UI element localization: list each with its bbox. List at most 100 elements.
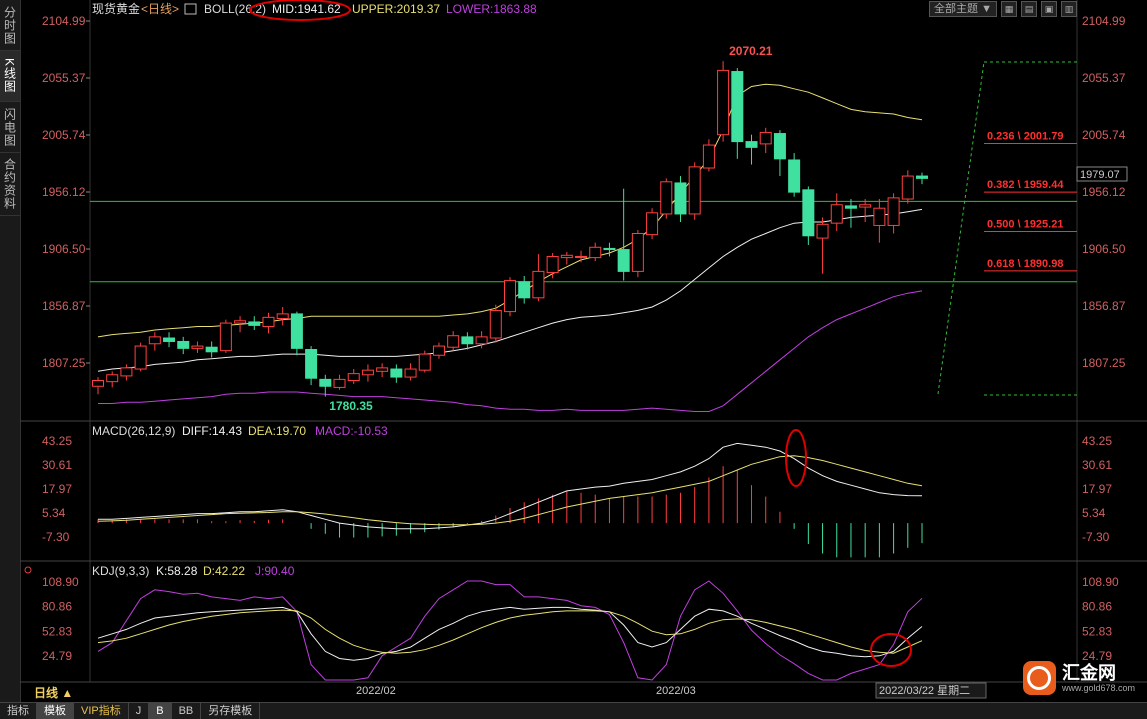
candle-body: [816, 223, 829, 239]
candle-body: [646, 212, 659, 236]
kdj-tick-left: 80.86: [42, 600, 72, 614]
logo-url: www.gold678.com: [1061, 683, 1135, 693]
theme-label: 全部主题: [934, 3, 979, 15]
candle-body: [333, 378, 346, 388]
candle-body: [106, 374, 119, 383]
boll-bands: [97, 83, 923, 412]
candle-body: [873, 207, 886, 226]
candlesticks: [92, 61, 928, 397]
macd-axis: 43.25 43.25 30.61 30.61 17.97 17.97 5.34 5.34 -7…: [42, 434, 1112, 544]
kdj-tick-left: 108.90: [42, 575, 79, 589]
tab-indicator[interactable]: 指标: [0, 703, 37, 719]
high-price-label: 2070.21: [729, 44, 773, 58]
main-axis-left: 2104.99 2055.37 2005.74 1956.12 1906.50 1856.…: [42, 14, 90, 370]
candle-body: [319, 378, 332, 387]
tab-b[interactable]: B: [149, 703, 172, 719]
candle-body: [546, 255, 559, 274]
tab-bb[interactable]: BB: [172, 703, 202, 719]
grid-icon[interactable]: ▦: [1001, 1, 1017, 17]
macd-tick-left: 30.61: [42, 458, 72, 472]
candle-body: [475, 336, 488, 345]
kdj-axis: 108.90 108.9080.86 80.8652.83 52.8324.79 24.…: [42, 575, 1119, 663]
candle-body: [532, 270, 545, 299]
brand-logo: 汇金网 www.gold678.com: [1023, 659, 1135, 697]
window-icon[interactable]: ▣: [1041, 1, 1057, 17]
y-tick-left: 1807.25: [42, 356, 86, 370]
candle-body: [134, 345, 147, 370]
y-tick-right: 1807.25: [1082, 356, 1126, 370]
theme-select[interactable]: 全部主题 ▼: [929, 1, 997, 17]
candle-body: [916, 175, 928, 179]
y-tick-left: 2055.37: [42, 71, 86, 85]
kdj-tick-left: 52.83: [42, 624, 72, 638]
candle-body: [674, 182, 687, 215]
boll-lower: LOWER:1863.88: [446, 2, 537, 16]
fib-label: 0.500 \ 1925.21: [987, 219, 1063, 231]
support-lines: [90, 200, 1077, 283]
candle-body: [248, 321, 261, 326]
kline-chart[interactable]: 现货黄金 <日线> BOLL(26,2) MID:1941.62 UPPER:2…: [0, 0, 1147, 702]
current-price-tag: 1979.07: [1076, 166, 1128, 182]
main-axis-right: 2104.99 2055.37 2005.74 1956.12 1906.50 1856.…: [1082, 14, 1126, 370]
current-price-text: 1979.07: [1080, 169, 1120, 181]
kdj-name: KDJ(9,3,3): [92, 564, 149, 578]
fib-label: 0.236 \ 2001.79: [987, 131, 1063, 143]
candle-body: [575, 255, 588, 258]
kdj-settings-icon[interactable]: [24, 566, 32, 574]
candle-body: [305, 349, 318, 379]
kdj-tick-left: 24.79: [42, 649, 72, 663]
x-axis: 2022/02 2022/03 2022/03/22 星期二: [356, 682, 987, 699]
candle-body: [92, 380, 104, 387]
low-price-label: 1780.35: [329, 399, 373, 413]
kdj-tick-right: 108.90: [1082, 575, 1119, 589]
candle-body: [560, 254, 573, 259]
candle-body: [617, 249, 630, 272]
period-button[interactable]: 日线 ▲: [34, 684, 73, 701]
boll-upper: UPPER:2019.37: [352, 2, 440, 16]
candle-body: [290, 313, 303, 349]
candle-body: [276, 313, 289, 319]
cursor-date: 2022/03/22 星期二: [879, 684, 970, 697]
macd-tick-left: 43.25: [42, 434, 72, 448]
macd-cross-circle: [785, 429, 807, 487]
kdj-tick-right: 80.86: [1082, 600, 1112, 614]
candle-body: [461, 336, 474, 345]
candle-body: [745, 141, 758, 148]
candle-body: [447, 335, 460, 348]
macd-tick-right: 43.25: [1082, 434, 1112, 448]
boll-icon: [184, 3, 197, 15]
y-tick-right: 2104.99: [1082, 14, 1126, 28]
candle-body: [432, 345, 445, 356]
candle-body: [589, 246, 602, 259]
y-tick-right: 2005.74: [1082, 128, 1126, 142]
candle-body: [688, 166, 701, 215]
candle-body: [603, 247, 616, 251]
fibonacci-levels: 0.236 \ 2001.79 0.382 \ 1959.44 0.500 \ 19…: [984, 131, 1077, 272]
instrument-name: 现货黄金: [92, 1, 140, 16]
y-tick-right: 1956.12: [1082, 185, 1126, 199]
candle-body: [504, 280, 516, 313]
kdj-cross-circle: [870, 633, 912, 667]
tab-j[interactable]: J: [129, 703, 150, 719]
toolbar-top-right: 全部主题 ▼ ▦ ▤ ▣ ▥: [929, 1, 1077, 17]
candle-body: [404, 368, 417, 378]
candle-body: [191, 345, 204, 349]
layout-icon[interactable]: ▤: [1021, 1, 1037, 17]
tab-save-template[interactable]: 另存模板: [201, 703, 261, 719]
candle-body: [120, 367, 133, 377]
tab-vip-indicator[interactable]: VIP指标: [74, 703, 129, 719]
macd-name: MACD(26,12,9): [92, 424, 175, 438]
y-tick-right: 1856.87: [1082, 299, 1126, 313]
candle-body: [219, 322, 232, 352]
x-label-mar: 2022/03: [656, 685, 696, 697]
tab-template[interactable]: 模板: [37, 703, 74, 719]
candle-body: [702, 144, 715, 169]
macd-value: MACD:-10.53: [315, 424, 388, 438]
macd-dea: DEA:19.70: [248, 424, 306, 438]
panel-icon[interactable]: ▥: [1061, 1, 1077, 17]
candle-body: [844, 205, 857, 209]
candle-body: [717, 69, 730, 136]
candle-body: [731, 71, 744, 143]
candle-body: [177, 340, 190, 349]
candle-body: [390, 368, 403, 378]
